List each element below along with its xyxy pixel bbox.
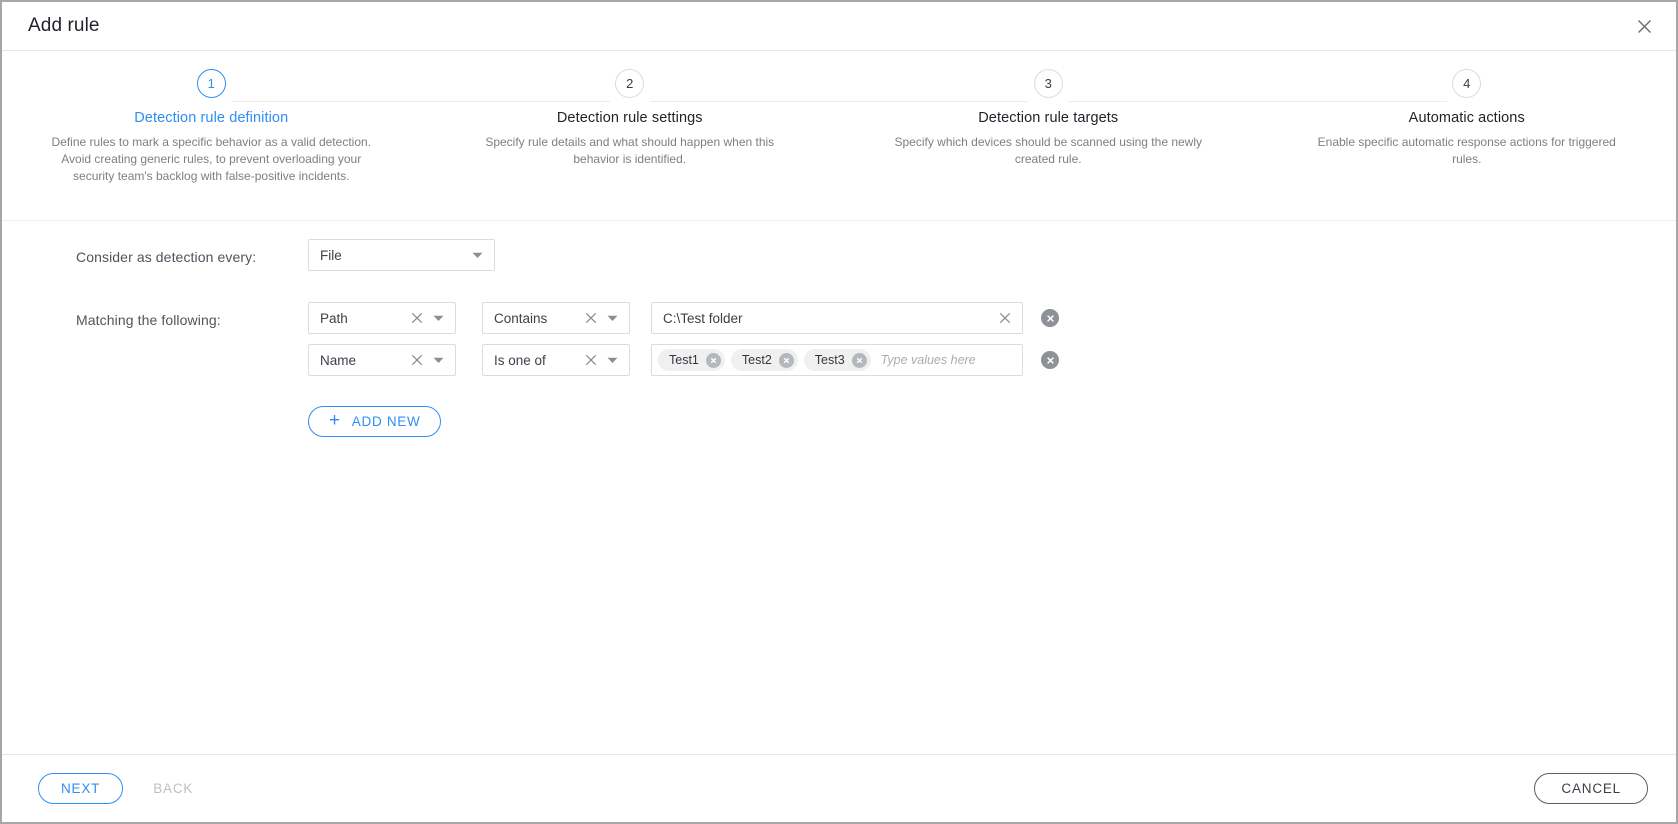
add-rule-dialog: Add rule 1 Detection rule definition Def… [0,0,1678,824]
step-number-badge: 3 [1033,69,1063,98]
step-description: Specify rule details and what should hap… [485,135,775,166]
detection-type-field-line: File [308,239,1676,271]
detection-type-select[interactable]: File [308,239,495,271]
remove-chip-icon[interactable] [778,352,794,368]
close-icon[interactable] [1630,12,1658,40]
back-button: BACK [149,781,197,796]
step-connector-left [839,101,1029,102]
value-chip: Test3 [803,349,871,371]
step-3-detection-rule-targets[interactable]: 3 Detection rule targets Specify which d… [839,69,1258,185]
condition-operator-select[interactable]: Is one of [482,344,630,376]
remove-chip-icon[interactable] [851,352,867,368]
condition-operator-value: Is one of [494,352,546,368]
value-chip: Test2 [730,349,798,371]
clear-icon[interactable] [996,310,1013,327]
dialog-body: 1 Detection rule definition Define rules… [2,51,1676,754]
add-new-button[interactable]: + ADD NEW [308,406,442,437]
cancel-button[interactable]: CANCEL [1534,773,1648,804]
step-2-detection-rule-settings[interactable]: 2 Detection rule settings Specify rule d… [420,69,839,185]
step-connector-right [649,101,839,102]
detection-type-value: File [320,247,342,263]
clear-icon[interactable] [408,310,425,327]
dialog-footer: NEXT BACK CANCEL [2,754,1676,822]
value-chip: Test1 [658,349,725,371]
matching-conditions-fields: Path Contains C:\Test folder Name Is one… [308,302,1676,386]
condition-attribute-select[interactable]: Path [308,302,456,334]
condition-attribute-select[interactable]: Name [308,344,456,376]
back-button-label: BACK [153,781,194,796]
condition-attribute-value: Name [320,352,357,368]
plus-icon: + [329,410,341,431]
chevron-down-icon [429,310,447,327]
footer-left-actions: NEXT BACK [38,773,197,804]
add-new-wrapper: + ADD NEW [2,386,1676,437]
step-connector-right [231,101,421,102]
remove-chip-icon[interactable] [705,352,721,368]
add-new-label: ADD NEW [351,414,421,429]
footer-right-actions: CANCEL [1534,773,1648,804]
step-label: Detection rule targets [978,110,1119,126]
step-4-automatic-actions[interactable]: 4 Automatic actions Enable specific auto… [1257,69,1677,185]
value-chip-label: Test1 [669,353,699,367]
rule-definition-form: Consider as detection every: File Matchi… [2,221,1676,437]
step-number-badge: 2 [615,69,645,98]
detection-type-fields: File [308,239,1676,281]
condition-attribute-value: Path [320,310,348,326]
chevron-down-icon [603,310,621,327]
step-connector-left [1257,101,1447,102]
value-chip-label: Test2 [741,353,772,367]
next-button-label: NEXT [61,781,101,796]
chevron-down-icon [603,352,621,369]
step-description: Define rules to mark a specific behavior… [51,135,372,183]
chips-placeholder-text: Type values here [880,353,976,367]
condition-row: Path Contains C:\Test folder [308,302,1676,334]
next-button[interactable]: NEXT [38,773,124,804]
page-title: Add rule [28,15,100,36]
clear-icon[interactable] [582,352,599,369]
condition-operator-select[interactable]: Contains [482,302,630,334]
value-chip-label: Test3 [814,353,845,367]
remove-condition-button[interactable] [1041,351,1059,369]
step-label: Automatic actions [1408,110,1525,126]
detection-type-row: Consider as detection every: File [2,221,1676,281]
detection-type-label: Consider as detection every: [76,249,257,265]
chevron-down-icon [468,247,486,264]
step-number-badge: 1 [196,69,226,98]
matching-conditions-row: Matching the following: Path Contains C:… [2,281,1676,386]
remove-condition-button[interactable] [1041,309,1059,327]
condition-values-chips-input[interactable]: Test1 Test2 Test3 Type values here [651,344,1023,376]
wizard-stepper: 1 Detection rule definition Define rules… [2,51,1676,185]
dialog-titlebar: Add rule [2,2,1676,51]
step-connector-right [1068,101,1258,102]
clear-icon[interactable] [582,310,599,327]
step-description: Enable specific automatic response actio… [1317,135,1616,166]
condition-value-text: C:\Test folder [663,310,743,326]
step-connector-left [420,101,610,102]
step-label: Detection rule definition [134,110,289,126]
condition-value-input[interactable]: C:\Test folder [651,302,1023,334]
clear-icon[interactable] [408,352,425,369]
condition-row: Name Is one of Test1 Test2 Test3 Type va… [308,344,1676,376]
step-description: Specify which devices should be scanned … [894,135,1203,166]
step-1-detection-rule-definition[interactable]: 1 Detection rule definition Define rules… [2,69,421,185]
matching-conditions-label: Matching the following: [76,312,221,328]
cancel-button-label: CANCEL [1561,781,1621,796]
chevron-down-icon [429,352,447,369]
condition-operator-value: Contains [494,310,548,326]
step-label: Detection rule settings [556,110,703,126]
step-number-badge: 4 [1452,69,1482,98]
